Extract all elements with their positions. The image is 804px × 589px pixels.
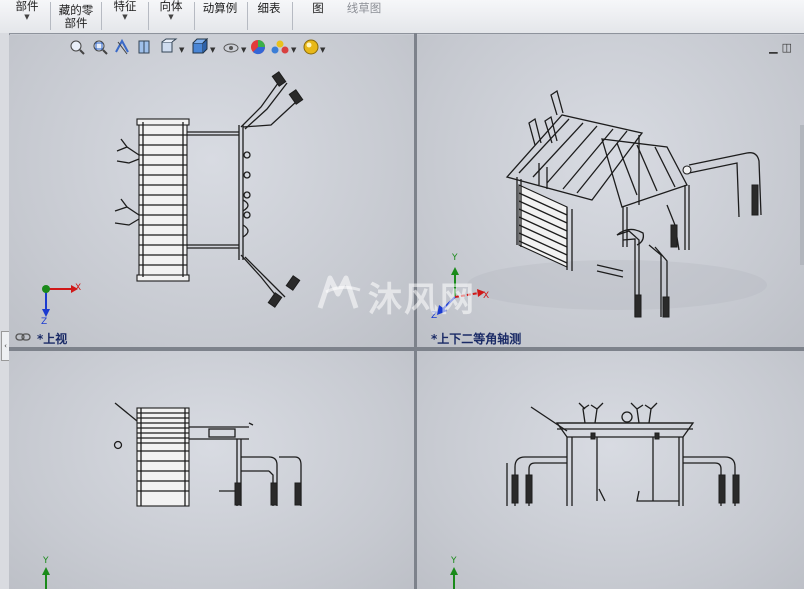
ribbon-separator — [148, 2, 149, 30]
ribbon-separator — [292, 2, 293, 30]
ribbon-motion-study-button[interactable]: 动算例 — [197, 0, 243, 32]
ribbon-button-label: 动算例 — [202, 1, 238, 15]
ribbon-button-label: 线草图 — [346, 1, 382, 15]
ribbon-button-label: 图 — [312, 1, 324, 15]
viewport-label-isometric: *上下二等角轴测 — [431, 332, 522, 346]
ribbon-separator — [194, 2, 195, 30]
ribbon-button-label: 细表 — [257, 1, 281, 15]
chevron-down-icon: ▼ — [168, 13, 174, 21]
viewport-front-view[interactable]: Y — [9, 351, 414, 589]
viewport-label-top: *上视 — [37, 332, 68, 346]
coordinate-triad — [450, 567, 458, 589]
ribbon-exploded-view-button[interactable]: 图 — [296, 0, 340, 32]
viewport-side-view[interactable]: Y — [417, 351, 804, 589]
triad-z-label: Z — [41, 317, 48, 327]
ribbon-separator — [247, 2, 248, 30]
ribbon-separator — [101, 2, 102, 30]
watermark-text: 沐风网 — [368, 280, 476, 320]
ribbon-reference-geometry-button[interactable]: 向体 ▼ — [152, 0, 190, 32]
watermark-logo-icon — [317, 275, 361, 309]
watermark: 沐风网 — [316, 270, 491, 320]
triad-y-label: Y — [452, 253, 458, 263]
triad-y-label: Y — [43, 556, 49, 566]
link-views-icon[interactable] — [15, 332, 31, 342]
chevron-down-icon: ▼ — [24, 13, 30, 21]
ribbon-bill-of-materials-button[interactable]: 细表 — [252, 0, 286, 32]
coordinate-triad — [42, 285, 78, 317]
coordinate-triad — [42, 567, 50, 589]
ribbon-explode-line-sketch-button[interactable]: 线草图 — [342, 0, 386, 32]
triad-y-label: Y — [451, 556, 457, 566]
command-ribbon: 部件 ▼ 藏的零 部件 特征 ▼ 向体 ▼ 动算例 细表 图 线草图 — [0, 0, 804, 34]
side-view-drawing — [450, 402, 740, 589]
ribbon-button-label: 特征 — [113, 0, 137, 13]
triad-x-label: X — [75, 283, 82, 293]
ribbon-assembly-features-button[interactable]: 特征 ▼ — [106, 0, 144, 32]
front-view-drawing — [42, 402, 302, 589]
ribbon-show-hidden-components-button[interactable]: 藏的零 部件 — [54, 0, 98, 32]
chevron-down-icon: ▼ — [122, 13, 128, 21]
ribbon-button-label: 向体 — [159, 0, 183, 13]
ribbon-separator — [50, 2, 51, 30]
ribbon-button-label: 部件 — [15, 0, 39, 13]
ribbon-insert-components-button[interactable]: 部件 ▼ — [8, 0, 46, 32]
ribbon-button-label: 部件 — [64, 16, 88, 30]
